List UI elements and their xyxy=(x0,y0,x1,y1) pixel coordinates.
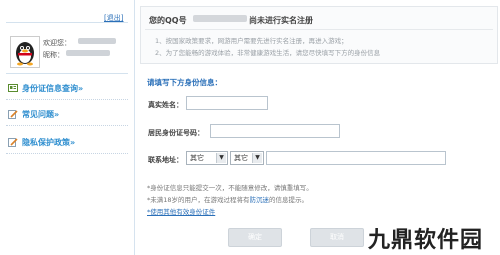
notice-title-suffix: 尚未进行实名注册 xyxy=(249,16,313,25)
notice-once-text: *身份证信息只能提交一次，不能随意修改，请慎重填写。 xyxy=(147,184,313,192)
nickname-label: 昵称： xyxy=(43,51,64,59)
anti-addiction-text: *未满18岁的用户，在游戏过程将有防沉迷的信息提示。 xyxy=(147,194,308,204)
sidebar-item-label: 身份证信息查询» xyxy=(22,83,84,93)
sidebar-item-privacy[interactable]: 隐私保护政策» xyxy=(8,134,75,150)
sidebar-divider xyxy=(6,22,128,23)
province-select-value: 其它 xyxy=(190,154,204,162)
id-card-icon xyxy=(8,83,18,93)
city-select[interactable]: 其它 ▼ xyxy=(230,151,264,165)
sidebar-item-label: 常见问题» xyxy=(22,109,60,119)
form-hint: 请填写下方身份信息： xyxy=(147,78,222,87)
cancel-button[interactable]: 取消 xyxy=(310,228,364,247)
confirm-button[interactable]: 确定 xyxy=(228,228,282,247)
sidebar-separator xyxy=(6,99,128,100)
sidebar-item-label: 隐私保护政策» xyxy=(22,137,76,147)
penguin-avatar-icon xyxy=(16,42,34,66)
notice-line: 2、为了您能畅的游戏体验，非常健康游戏生活，请您尽快填写下方的身份信息 xyxy=(155,49,381,57)
notice-title-prefix: 您的QQ号 xyxy=(149,16,187,25)
id-number-input[interactable] xyxy=(210,124,340,138)
nickname-redacted xyxy=(66,50,110,56)
notice-line: 1、按国家政策要求，网游用户需要先进行实名注册，再进入游戏； xyxy=(155,37,348,45)
chevron-down-icon: ▼ xyxy=(252,153,262,163)
name-label: 真实姓名： xyxy=(148,101,183,109)
sidebar-divider xyxy=(6,73,128,74)
sidebar: [退出] 欢迎您： 昵称： 身份证信息查询» 常见问题» 隐私保护政策» xyxy=(0,0,135,255)
pencil-icon xyxy=(8,137,18,147)
pencil-icon xyxy=(8,109,18,119)
anti-addiction-link[interactable]: 防沉迷 xyxy=(250,196,270,204)
avatar xyxy=(10,36,40,68)
sidebar-item-id-query[interactable]: 身份证信息查询» xyxy=(8,80,83,96)
main-content: 您的QQ号 尚未进行实名注册 1、按国家政策要求，网游用户需要先进行实名注册，再… xyxy=(140,0,500,255)
address-detail-input[interactable] xyxy=(266,151,446,165)
anti-addiction-prefix: *未满18岁的用户，在游戏过程将有 xyxy=(147,196,250,204)
sidebar-item-faq[interactable]: 常见问题» xyxy=(8,106,59,122)
chevron-down-icon: ▼ xyxy=(216,153,226,163)
notice-box: 您的QQ号 尚未进行实名注册 1、按国家政策要求，网游用户需要先进行实名注册，再… xyxy=(140,6,498,64)
sidebar-separator xyxy=(6,125,128,126)
city-select-value: 其它 xyxy=(234,154,248,162)
site-watermark: 九鼎软件园 xyxy=(368,222,484,254)
real-name-input[interactable] xyxy=(186,96,268,110)
sidebar-separator xyxy=(6,153,128,154)
anti-addiction-suffix: 的信息提示。 xyxy=(269,196,309,204)
other-id-link[interactable]: *使用其他有效身份证件 xyxy=(147,206,215,216)
id-number-label: 居民身份证号码： xyxy=(148,129,204,137)
address-label: 联系地址： xyxy=(148,156,183,164)
username-redacted xyxy=(78,38,116,44)
notice-divider xyxy=(145,29,493,30)
qq-number-redacted xyxy=(193,15,247,22)
welcome-label: 欢迎您： xyxy=(43,39,71,47)
province-select[interactable]: 其它 ▼ xyxy=(186,151,228,165)
